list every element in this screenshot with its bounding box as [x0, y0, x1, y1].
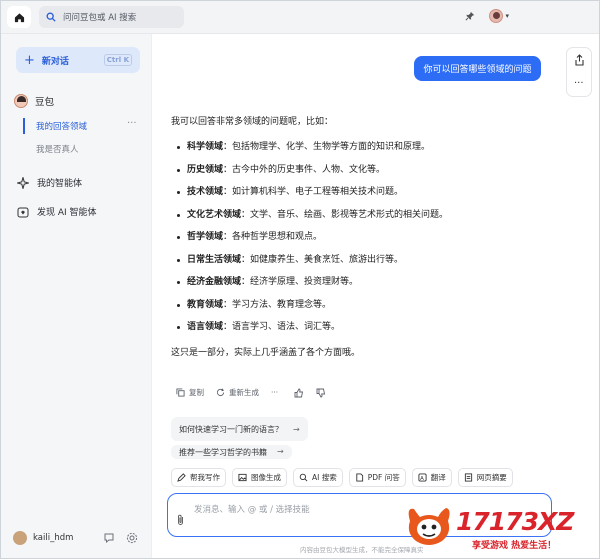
site-logo: 17173XZ 享受游戏 热爱生活！	[406, 501, 596, 557]
pdf-icon	[356, 473, 363, 482]
sidebar-item-my-agents[interactable]: 我的智能体	[16, 176, 82, 189]
message-actions: 复制 重新生成 ···	[176, 387, 326, 398]
bot-header[interactable]: 豆包	[14, 94, 54, 108]
arrow-right-icon: →	[293, 424, 300, 434]
more-options-icon[interactable]: ···	[127, 118, 137, 129]
disclaimer: 内容由豆包大模型生成，不能完全保障真实	[300, 546, 424, 554]
chevron-down-icon: ▾	[505, 12, 509, 20]
pin-icon[interactable]	[465, 11, 475, 21]
user-message: 你可以回答哪些领域的问题	[414, 56, 541, 81]
list-item: 文化艺术领域：文学、音乐、绘画、影视等艺术形式的相关问题。	[171, 209, 531, 222]
new-chat-label: 新对话	[41, 56, 69, 67]
bot-avatar	[14, 94, 28, 108]
home-icon	[14, 12, 24, 22]
suggestion-chip[interactable]: 如何快速学习一门新的语言？ →	[171, 417, 308, 441]
webpage-icon	[464, 473, 472, 482]
more-button[interactable]: ···	[271, 388, 278, 397]
skill-translate-button[interactable]: A 翻译	[411, 468, 452, 487]
sidebar-item-discover-agents[interactable]: 发现 AI 智能体	[16, 205, 97, 218]
list-item: 技术领域：如计算机科学、电子工程等相关技术问题。	[171, 186, 531, 199]
translate-icon: A	[418, 473, 427, 482]
discover-icon	[16, 205, 29, 218]
suggestion-chip[interactable]: 推荐一些学习哲学的书籍 →	[171, 445, 292, 459]
copy-button[interactable]: 复制	[176, 387, 204, 398]
skills-toolbar: 帮我写作 图像生成 AI 搜索 PDF 问答 A 翻译 网页摘要	[171, 468, 513, 487]
list-item: 历史领域：古今中外的历史事件、人物、文化等。	[171, 164, 531, 177]
side-actions-panel: ···	[566, 47, 592, 97]
user-profile[interactable]: kaili_hdm	[13, 531, 73, 545]
regenerate-button[interactable]: 重新生成	[216, 387, 259, 398]
search-icon	[46, 12, 56, 22]
message-input-placeholder: 发消息、输入 @ 或 / 选择技能	[194, 505, 310, 515]
share-icon[interactable]	[574, 54, 585, 66]
skill-pdf-button[interactable]: PDF 问答	[348, 468, 406, 487]
logo-slogan: 享受游戏 热爱生活！	[472, 541, 557, 551]
search-input[interactable]: 问问豆包或 AI 搜索	[39, 6, 184, 28]
image-icon	[238, 473, 247, 482]
list-item: 哲学领域：各种哲学思想和观点。	[171, 231, 531, 244]
account-avatar	[489, 9, 504, 23]
svg-text:A: A	[420, 476, 424, 482]
answer-outro: 这只是一部分，实际上几乎涵盖了各个方面哦。	[171, 348, 361, 358]
sidebar: + 新对话 Ctrl K 豆包 我的回答领域 ··· 我是否真人 我的智能体 发…	[1, 34, 152, 558]
bot-name: 豆包	[35, 97, 55, 108]
thumbs-up-icon[interactable]	[294, 388, 304, 398]
list-item: 经济金融领域：经济学原理、投资理财等。	[171, 276, 531, 289]
user-avatar	[13, 531, 27, 545]
skill-web-summary-button[interactable]: 网页摘要	[457, 468, 513, 487]
plus-icon: +	[24, 52, 35, 68]
sidebar-item-label: 发现 AI 智能体	[37, 208, 97, 218]
sidebar-item-conversation-active[interactable]: 我的回答领域	[36, 120, 87, 132]
gear-icon[interactable]	[126, 532, 138, 544]
thumbs-down-icon[interactable]	[316, 388, 326, 398]
attachment-icon[interactable]	[176, 514, 185, 526]
skill-ai-search-button[interactable]: AI 搜索	[293, 468, 343, 487]
active-indicator	[23, 118, 25, 134]
account-menu[interactable]: ▾	[489, 9, 509, 23]
answer-intro: 我可以回答非常多领域的问题呢，比如：	[171, 117, 334, 127]
sidebar-item-label: 我的智能体	[37, 179, 83, 189]
search-placeholder: 问问豆包或 AI 搜索	[63, 13, 137, 23]
search-icon	[299, 473, 308, 482]
skill-image-button[interactable]: 图像生成	[232, 468, 287, 487]
pen-icon	[177, 473, 186, 482]
sidebar-item-conversation[interactable]: 我是否真人	[36, 143, 79, 155]
list-item: 科学领域：包括物理学、化学、生物学等方面的知识和原理。	[171, 141, 531, 154]
copy-icon	[176, 388, 185, 397]
more-options-icon[interactable]: ···	[574, 78, 584, 89]
sparkle-icon	[16, 176, 29, 189]
home-button[interactable]	[7, 6, 31, 28]
assistant-answer: 我可以回答非常多领域的问题呢，比如： 科学领域：包括物理学、化学、生物学等方面的…	[171, 116, 531, 360]
feedback-icon[interactable]	[103, 532, 115, 544]
list-item: 语言领域：语言学习、语法、词汇等。	[171, 321, 531, 334]
refresh-icon	[216, 388, 225, 397]
arrow-right-icon: →	[277, 447, 284, 456]
user-name: kaili_hdm	[33, 533, 74, 543]
answer-list: 科学领域：包括物理学、化学、生物学等方面的知识和原理。 历史领域：古今中外的历史…	[171, 141, 531, 334]
app-window: 问问豆包或 AI 搜索 ▾ + 新对话 Ctrl K 豆包 我的回答领域 ···…	[0, 0, 600, 559]
new-chat-shortcut: Ctrl K	[103, 54, 132, 66]
new-chat-button[interactable]: + 新对话 Ctrl K	[16, 47, 140, 73]
top-bar: 问问豆包或 AI 搜索 ▾	[1, 1, 599, 34]
chat-area: 你可以回答哪些领域的问题 ··· 我可以回答非常多领域的问题呢，比如： 科学领域…	[152, 34, 599, 558]
logo-number: 17173XZ	[456, 507, 574, 536]
list-item: 日常生活领域：如健康养生、美食烹饪、旅游出行等。	[171, 254, 531, 267]
list-item: 教育领域：学习方法、教育理念等。	[171, 299, 531, 312]
mascot-logo-icon	[408, 508, 450, 545]
top-right-controls: ▾	[465, 9, 509, 23]
skill-write-button[interactable]: 帮我写作	[171, 468, 226, 487]
